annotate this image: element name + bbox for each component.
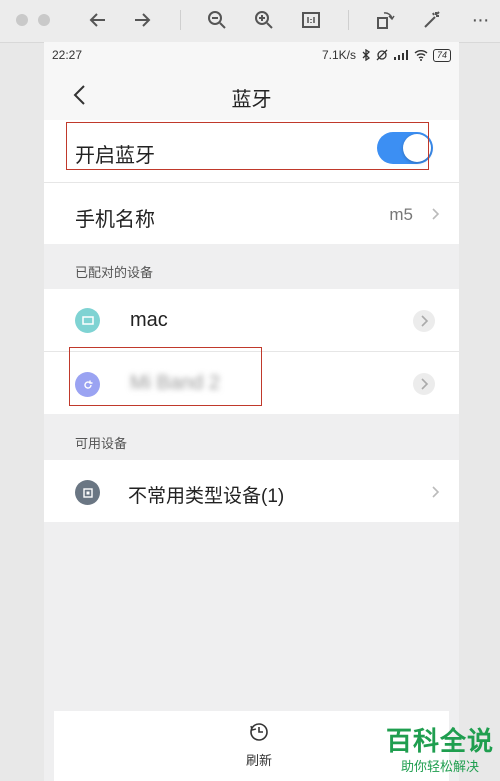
back-arrow-icon[interactable]: [86, 8, 110, 32]
page-title: 蓝牙: [231, 89, 272, 111]
phone-name-row[interactable]: 手机名称 m5: [44, 183, 459, 244]
bluetooth-status-icon: [362, 49, 371, 61]
available-devices-card: 不常用类型设备(1): [44, 460, 459, 522]
watermark-sub: 助你轻松解决: [400, 759, 479, 774]
rotate-icon[interactable]: [373, 8, 397, 32]
wifi-icon: [414, 50, 428, 61]
net-speed: 7.1K/s: [321, 48, 356, 62]
bluetooth-toggle-label: 开启蓝牙: [75, 145, 155, 167]
available-section-header: 可用设备: [75, 436, 128, 451]
watermark-main: 百科全说: [385, 726, 494, 756]
refresh-label: 刷新: [245, 753, 272, 768]
band-icon: [75, 372, 100, 397]
device-icon: [75, 480, 100, 505]
phone-name-label: 手机名称: [75, 209, 155, 231]
device-name: Mi Band 2: [130, 372, 221, 394]
chevron-right-icon[interactable]: [413, 310, 435, 332]
zoom-out-icon[interactable]: [205, 8, 229, 32]
signal-icon: [393, 50, 408, 60]
chevron-right-icon: [424, 203, 446, 225]
laptop-icon: [75, 308, 100, 333]
bluetooth-toggle-row[interactable]: 开启蓝牙: [44, 120, 459, 182]
zoom-in-icon[interactable]: [252, 8, 276, 32]
viewer-toolbar: ···: [0, 0, 500, 43]
device-name: mac: [130, 309, 168, 331]
paired-device-row[interactable]: Mi Band 2: [44, 352, 459, 414]
available-device-row[interactable]: 不常用类型设备(1): [44, 460, 459, 522]
paired-devices-card: mac Mi Band 2: [44, 289, 459, 414]
minimize-dot-icon[interactable]: [38, 14, 50, 26]
refresh-button[interactable]: 刷新: [234, 721, 284, 769]
chevron-right-icon: [424, 481, 446, 503]
device-name: 不常用类型设备(1): [128, 486, 285, 507]
paired-section-header: 已配对的设备: [75, 265, 154, 280]
phone-name-value: m5: [389, 205, 413, 224]
chevron-right-icon[interactable]: [413, 373, 435, 395]
paired-device-row[interactable]: mac: [44, 289, 459, 351]
settings-card: 开启蓝牙 手机名称 m5: [44, 120, 459, 244]
refresh-icon: [250, 723, 268, 741]
phone-screen: 22:27 7.1K/s 74 蓝牙 开启蓝牙 手机名称 m5 已配对的设备 m…: [44, 42, 459, 781]
magic-wand-icon[interactable]: [420, 8, 444, 32]
more-icon[interactable]: ···: [468, 8, 492, 32]
toggle-knob: [403, 134, 431, 162]
alarm-off-icon: [376, 49, 388, 61]
actual-size-icon[interactable]: [299, 8, 323, 32]
battery-indicator: 74: [432, 48, 451, 62]
forward-arrow-icon[interactable]: [130, 8, 154, 32]
close-dot-icon[interactable]: [16, 14, 28, 26]
watermark-logo: 百科全说 助你轻松解决: [386, 726, 494, 775]
status-time: 22:27: [52, 48, 83, 62]
status-bar: 22:27 7.1K/s 74: [44, 42, 459, 70]
title-bar: 蓝牙: [44, 70, 459, 120]
bluetooth-toggle[interactable]: [377, 132, 433, 164]
